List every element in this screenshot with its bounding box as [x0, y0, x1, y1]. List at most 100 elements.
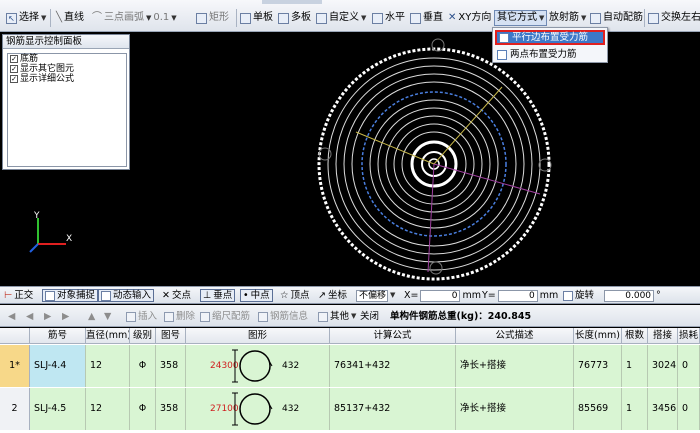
- object-snap-button[interactable]: 对象捕捉: [42, 289, 99, 302]
- coordinate-label: 坐标: [327, 290, 347, 301]
- cell-length[interactable]: 76773: [574, 345, 622, 387]
- two-point-icon: [497, 49, 507, 60]
- select-button[interactable]: ↖ 选择 ▼: [6, 10, 46, 26]
- cell-formula[interactable]: 76341+432: [330, 345, 456, 387]
- snap-icon: [45, 290, 55, 301]
- chevron-down-icon: ▼: [41, 14, 47, 22]
- move-up-icon[interactable]: ▲: [88, 310, 95, 323]
- multi-board-button[interactable]: 多板: [278, 10, 311, 26]
- nav-prev-icon[interactable]: ◀: [26, 310, 33, 323]
- rotate-input[interactable]: 0.000: [604, 289, 655, 302]
- other-method-button[interactable]: 其它方式 ▼: [494, 10, 548, 26]
- perpendicular-snap[interactable]: ⊥ 垂点: [200, 289, 236, 302]
- auto-place-button[interactable]: 自动配筋: [590, 10, 643, 26]
- board-icon: [240, 12, 251, 24]
- cell-lap[interactable]: 3456: [648, 388, 678, 430]
- close-button[interactable]: 关闭: [360, 310, 379, 323]
- cell-loss[interactable]: 0: [678, 345, 700, 387]
- nav-first-icon[interactable]: ◀: [8, 310, 15, 323]
- cell-diameter[interactable]: 12: [86, 345, 130, 387]
- cell-figure[interactable]: 358: [156, 388, 186, 430]
- scale-icon: [200, 311, 210, 322]
- dynamic-input-button[interactable]: 动态输入: [98, 289, 155, 302]
- custom-label: 自定义: [329, 12, 359, 23]
- circle-rebar-shape-icon: [232, 349, 273, 383]
- insert-button[interactable]: 插入: [126, 310, 157, 323]
- intersection-label: 交点: [171, 290, 191, 301]
- divider: [236, 9, 237, 27]
- line-button[interactable]: ╲ 直线: [56, 10, 84, 26]
- cell-description[interactable]: 净长+搭接: [456, 345, 574, 387]
- vertex-snap[interactable]: ☆ 顶点: [280, 289, 310, 302]
- cell-count[interactable]: 1: [622, 388, 648, 430]
- ortho-button[interactable]: ⊢ 正交: [4, 289, 33, 302]
- chevron-down-icon: ▼: [361, 14, 367, 22]
- intersection-snap[interactable]: ✕ 交点: [162, 289, 191, 302]
- menu-item-parallel-edge[interactable]: 平行边布置受力筋: [495, 30, 605, 45]
- cell-count[interactable]: 1: [622, 345, 648, 387]
- table-row[interactable]: 2 SLJ-4.5 12 Φ 358 27100 432 85137+432 净…: [0, 388, 700, 430]
- checkbox-bottom-rebar[interactable]: ✓ 底筋: [8, 54, 126, 64]
- horizontal-button[interactable]: 水平: [372, 10, 405, 26]
- radial-button[interactable]: 放射筋 ▼: [549, 10, 586, 26]
- cell-name[interactable]: SLJ-4.4: [30, 345, 86, 387]
- menu-item-two-point[interactable]: 两点布置受力筋: [495, 47, 605, 62]
- other-label: 其他: [330, 311, 350, 322]
- scale-rebar-button[interactable]: 缩尺配筋: [200, 310, 250, 323]
- check-icon: ✓: [10, 75, 18, 83]
- row-number: 1*: [0, 345, 30, 387]
- line-label: 直线: [64, 12, 85, 23]
- midpoint-snap[interactable]: • 中点: [240, 289, 273, 302]
- cell-lap[interactable]: 3024: [648, 345, 678, 387]
- check-icon: ✓: [10, 55, 18, 63]
- arc3-label: 三点画弧: [104, 12, 144, 23]
- checkbox-label: 显示详细公式: [20, 74, 75, 84]
- horizontal-icon: [372, 12, 383, 24]
- cell-shape[interactable]: 27100 432: [186, 388, 330, 430]
- cell-grade[interactable]: Φ: [130, 388, 156, 430]
- chevron-down-icon: ▼: [146, 14, 152, 22]
- checkbox-show-formula[interactable]: ✓ 显示详细公式: [8, 74, 126, 84]
- swap-button[interactable]: 交换左右: [648, 10, 700, 26]
- cell-name[interactable]: SLJ-4.5: [30, 388, 86, 430]
- close-label: 关闭: [360, 311, 380, 322]
- coordinate-snap[interactable]: ↗ 坐标: [318, 289, 347, 302]
- offset-select[interactable]: 不偏移 ▼: [356, 289, 395, 302]
- rotate-checkbox[interactable]: [563, 290, 573, 301]
- header-loss: 损耗: [678, 328, 700, 344]
- rect-button[interactable]: 矩形: [196, 10, 229, 26]
- checkbox-show-other[interactable]: ✓ 显示其它图元: [8, 64, 126, 74]
- insert-label: 插入: [138, 311, 158, 322]
- xy-direction-button[interactable]: ✕ XY方向: [448, 10, 491, 26]
- cell-diameter[interactable]: 12: [86, 388, 130, 430]
- nav-last-icon[interactable]: ▶: [62, 310, 69, 323]
- move-down-icon[interactable]: ▼: [104, 310, 111, 323]
- table-row[interactable]: 1* SLJ-4.4 12 Φ 358 24300 432 76341+432 …: [0, 345, 700, 387]
- other-icon: [318, 311, 328, 322]
- cell-length[interactable]: 85569: [574, 388, 622, 430]
- header-figure: 图号: [156, 328, 186, 344]
- custom-button[interactable]: 自定义 ▼: [316, 10, 366, 26]
- rebar-info-button[interactable]: 钢筋信息: [258, 310, 308, 323]
- x-input[interactable]: 0: [420, 289, 461, 302]
- cell-figure[interactable]: 358: [156, 345, 186, 387]
- cell-formula[interactable]: 85137+432: [330, 388, 456, 430]
- cell-grade[interactable]: Φ: [130, 345, 156, 387]
- vertical-button[interactable]: 垂直: [410, 10, 443, 26]
- other-method-menu: 平行边布置受力筋 两点布置受力筋: [492, 27, 608, 63]
- perpendicular-label: 垂点: [213, 290, 233, 301]
- other-button[interactable]: 其他 ▼: [318, 310, 356, 323]
- y-label: Y=: [482, 290, 496, 301]
- arc3-button[interactable]: ⌒ 三点画弧 ▼ 0.1 ▼: [92, 10, 177, 26]
- nav-next-icon[interactable]: ▶: [44, 310, 51, 323]
- cell-shape[interactable]: 24300 432: [186, 345, 330, 387]
- cell-description[interactable]: 净长+搭接: [456, 388, 574, 430]
- y-input[interactable]: 0: [497, 289, 538, 302]
- single-board-button[interactable]: 单板: [240, 10, 273, 26]
- delete-button[interactable]: 删除: [164, 310, 195, 323]
- rect-icon: [196, 12, 207, 24]
- cell-loss[interactable]: 0: [678, 388, 700, 430]
- other-method-label: 其它方式: [497, 12, 537, 23]
- arc-value: 0.1: [153, 12, 170, 23]
- x-unit: mm: [462, 290, 481, 301]
